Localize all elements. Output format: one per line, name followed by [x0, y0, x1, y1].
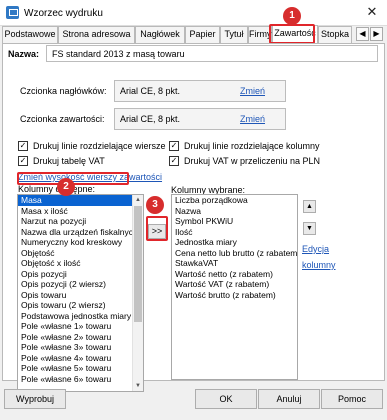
- tab-panel: Nazwa: FS standard 2013 z masą towaru Cz…: [2, 43, 385, 392]
- list-item[interactable]: Opis pozycji: [18, 269, 143, 280]
- content-font-box: Arial CE, 8 pkt. Zmień: [114, 108, 286, 130]
- help-button[interactable]: Pomoc: [321, 389, 383, 409]
- move-down-button[interactable]: ▼: [303, 222, 316, 235]
- list-item[interactable]: Masa x ilość: [18, 206, 143, 217]
- list-item[interactable]: StawkaVAT: [172, 258, 297, 269]
- checkbox-column-lines[interactable]: ✓ Drukuj linie rozdzielające kolumny: [169, 141, 339, 152]
- list-item[interactable]: Pole «własne 5» towaru: [18, 363, 143, 374]
- tab-papier[interactable]: Papier: [185, 26, 220, 43]
- tab-stopka[interactable]: Stopka: [318, 26, 352, 43]
- list-item[interactable]: Liczba porządkowa: [172, 195, 297, 206]
- list-item[interactable]: Numeryczny kod kreskowy: [18, 237, 143, 248]
- move-up-button[interactable]: ▲: [303, 200, 316, 213]
- list-item[interactable]: Opis towaru: [18, 290, 143, 301]
- list-item[interactable]: Ilość: [172, 227, 297, 238]
- list-item[interactable]: Jednostka miary: [172, 237, 297, 248]
- ok-button[interactable]: OK: [195, 389, 257, 409]
- checkbox-label: Drukuj linie rozdzielające wiersze: [33, 141, 166, 151]
- edit-column-link-line1[interactable]: Edycja: [302, 244, 329, 254]
- content-font-change-link[interactable]: Zmień: [240, 114, 265, 124]
- list-item[interactable]: Wartość VAT (z rabatem): [172, 279, 297, 290]
- checkbox-vat-table[interactable]: ✓ Drukuj tabelę VAT: [18, 156, 138, 167]
- checkbox-icon[interactable]: ✓: [169, 141, 179, 151]
- scroll-up-icon[interactable]: ▲: [133, 195, 143, 205]
- tab-strip: Podstawowe Strona adresowa Nagłówek Papi…: [2, 25, 385, 44]
- list-item[interactable]: Pole «własne 6» towaru: [18, 374, 143, 385]
- edit-column-link-line2[interactable]: kolumny: [302, 260, 336, 270]
- list-item[interactable]: Symbol PKWiU: [172, 216, 297, 227]
- checkbox-vat-pln[interactable]: ✓ Drukuj VAT w przeliczeniu na PLN: [169, 156, 339, 167]
- content-font-value: Arial CE, 8 pkt.: [120, 114, 181, 124]
- list-item[interactable]: Pole «własne 2» towaru: [18, 332, 143, 343]
- checkbox-icon[interactable]: ✓: [18, 156, 28, 166]
- scroll-down-icon[interactable]: ▼: [133, 381, 143, 391]
- tab-naglowek[interactable]: Nagłówek: [135, 26, 185, 43]
- list-item[interactable]: Narzut na pozycji: [18, 216, 143, 227]
- tab-podstawowe[interactable]: Podstawowe: [2, 26, 58, 43]
- selected-items: Liczba porządkowa Nazwa Symbol PKWiU Ilość J…: [172, 195, 297, 300]
- list-item[interactable]: Opis pozycji (2 wiersz): [18, 279, 143, 290]
- list-item[interactable]: Podstawowa jednostka miary: [18, 311, 143, 322]
- list-item[interactable]: Masa: [18, 195, 143, 206]
- header-font-box: Arial CE, 8 pkt. Zmień: [114, 80, 286, 102]
- list-item[interactable]: Pole «własne 3» towaru: [18, 342, 143, 353]
- available-columns-list[interactable]: Masa Masa x ilość Narzut na pozycji Nazwa d…: [17, 194, 144, 392]
- app-icon: [6, 6, 19, 19]
- cancel-button[interactable]: Anuluj: [258, 389, 320, 409]
- list-item[interactable]: Nazwa dla urządzeń fiskalnych: [18, 227, 143, 238]
- header-font-value: Arial CE, 8 pkt.: [120, 86, 181, 96]
- selected-columns-list[interactable]: Liczba porządkowa Nazwa Symbol PKWiU Ilość J…: [171, 194, 298, 380]
- list-item[interactable]: Pole «własne 4» towaru: [18, 353, 143, 364]
- checkbox-icon[interactable]: ✓: [18, 141, 28, 151]
- list-item[interactable]: Wartość brutto (z rabatem): [172, 290, 297, 301]
- name-value: FS standard 2013 z masą towaru: [52, 49, 185, 59]
- header-font-label: Czcionka nagłówków:: [20, 86, 107, 96]
- checkbox-label: Drukuj VAT w przeliczeniu na PLN: [184, 156, 321, 166]
- tab-scroll-right-icon[interactable]: ▶: [370, 27, 383, 41]
- title-bar: Wzorzec wydruku ✕: [0, 0, 387, 26]
- list-item[interactable]: Pole «własne 1» towaru: [18, 321, 143, 332]
- tab-strona-adresowa[interactable]: Strona adresowa: [58, 26, 135, 43]
- list-item[interactable]: Objętość x ilość: [18, 258, 143, 269]
- tab-tytul[interactable]: Tytuł: [220, 26, 248, 43]
- step-badge-1: 1: [283, 7, 301, 25]
- list-item[interactable]: Nazwa: [172, 206, 297, 217]
- list-item[interactable]: Cena netto lub brutto (z rabatem): [172, 248, 297, 259]
- checkbox-row-lines[interactable]: ✓ Drukuj linie rozdzielające wiersze: [18, 141, 178, 152]
- scroll-thumb[interactable]: [134, 206, 142, 322]
- dialog-window: Wzorzec wydruku ✕ Podstawowe Strona adre…: [0, 0, 387, 420]
- step-badge-3: 3: [146, 196, 164, 214]
- list-item[interactable]: Objętość: [18, 248, 143, 259]
- close-icon[interactable]: ✕: [365, 5, 379, 19]
- list-item[interactable]: Opis towaru (2 wiersz): [18, 300, 143, 311]
- checkbox-label: Drukuj tabelę VAT: [33, 156, 105, 166]
- list-item[interactable]: Wartość netto (z rabatem): [172, 269, 297, 280]
- checkbox-icon[interactable]: ✓: [169, 156, 179, 166]
- name-label: Nazwa:: [8, 49, 40, 59]
- step-badge-2: 2: [57, 178, 75, 196]
- tab-highlight: [269, 24, 315, 44]
- name-field[interactable]: FS standard 2013 z masą towaru: [46, 45, 378, 62]
- header-font-change-link[interactable]: Zmień: [240, 86, 265, 96]
- tab-scroll-left-icon[interactable]: ◀: [356, 27, 369, 41]
- available-items: Masa Masa x ilość Narzut na pozycji Nazwa d…: [18, 195, 143, 384]
- window-title: Wzorzec wydruku: [24, 8, 103, 19]
- add-button-highlight: [146, 216, 168, 241]
- checkbox-label: Drukuj linie rozdzielające kolumny: [184, 141, 320, 151]
- try-print-button[interactable]: Wyprobuj: [4, 389, 66, 409]
- scrollbar[interactable]: ▲ ▼: [132, 195, 143, 391]
- content-font-label: Czcionka zawartości:: [20, 114, 105, 124]
